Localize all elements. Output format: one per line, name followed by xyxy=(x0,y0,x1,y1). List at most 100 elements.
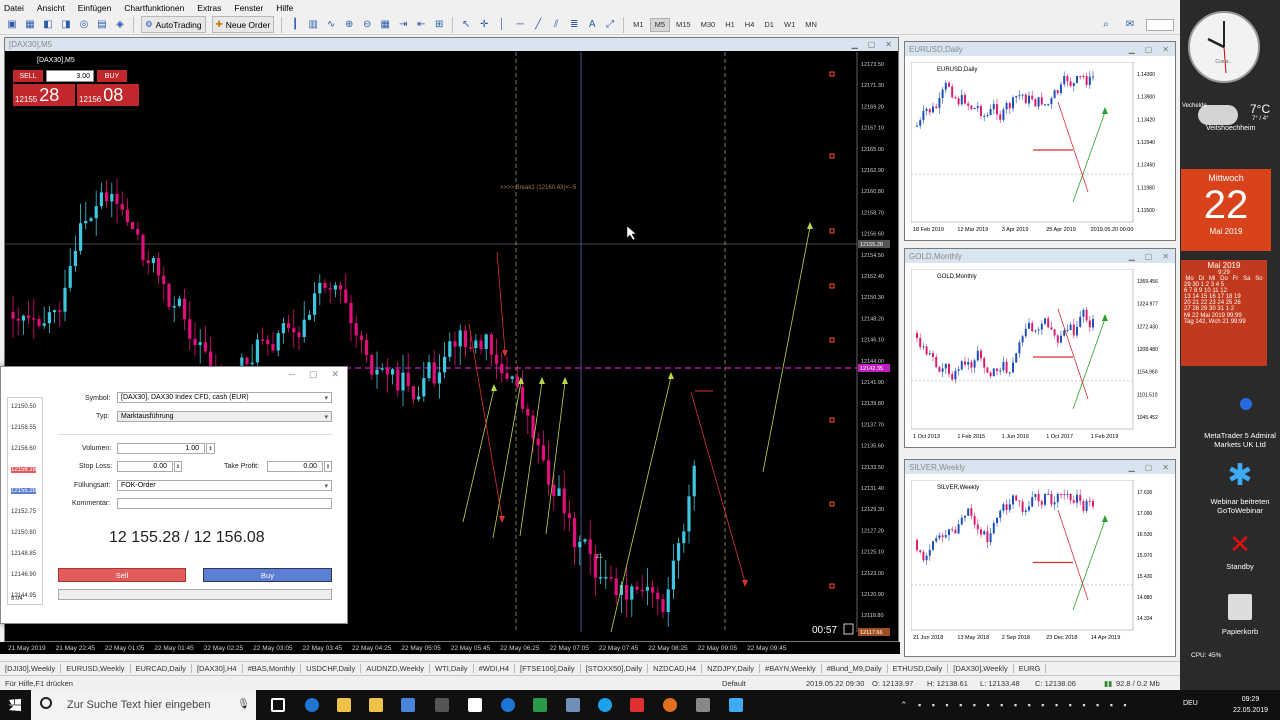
chart-shift-icon[interactable]: ⇤ xyxy=(413,17,429,33)
timeframe-mn[interactable]: MN xyxy=(801,18,821,32)
horizontal-line-icon[interactable]: ─ xyxy=(512,17,528,33)
chart-tab[interactable]: [STOXX50],Daily xyxy=(581,663,649,673)
task-view-icon[interactable] xyxy=(271,698,285,712)
chart-tab[interactable]: [DAX30],H4 xyxy=(192,663,243,673)
minimize-icon[interactable]: ▁ xyxy=(1129,252,1135,261)
zoom-in-icon[interactable]: ⊕ xyxy=(341,17,357,33)
bar-chart-icon[interactable]: ┃ xyxy=(287,17,303,33)
maximize-icon[interactable]: ▢ xyxy=(309,369,318,380)
chart-tab[interactable]: #Bund_M9,Daily xyxy=(822,663,888,673)
indicators-icon[interactable]: ⊞ xyxy=(431,17,447,33)
calculator-icon[interactable] xyxy=(533,698,547,712)
channel-icon[interactable]: ⫽ xyxy=(548,17,564,33)
new-chart-icon[interactable]: ▣ xyxy=(4,17,20,33)
chart-tab[interactable]: AUDNZD,Weekly xyxy=(361,663,431,673)
chart-tab[interactable]: ETHUSD,Daily xyxy=(888,663,949,673)
trendline-icon[interactable]: ╱ xyxy=(530,17,546,33)
cursor-icon[interactable]: ↖ xyxy=(458,17,474,33)
timeframe-m30[interactable]: M30 xyxy=(697,18,720,32)
tester-icon[interactable]: ◈ xyxy=(112,17,128,33)
chart-tab[interactable]: #WDI,H4 xyxy=(474,663,515,673)
search-input[interactable] xyxy=(1146,18,1174,31)
metatrader-icon[interactable] xyxy=(1226,398,1254,426)
menu-ansicht[interactable]: Ansicht xyxy=(37,3,65,13)
email-icon[interactable] xyxy=(566,698,580,712)
volume-input[interactable]: 1.00 xyxy=(117,443,205,454)
minimize-icon[interactable]: ─ xyxy=(289,369,295,379)
close-icon[interactable]: ✕ xyxy=(1162,252,1169,261)
close-icon[interactable]: ✕ xyxy=(885,40,892,49)
chart-tab[interactable]: [DJI30],Weekly xyxy=(0,663,62,673)
vertical-line-icon[interactable]: │ xyxy=(494,17,510,33)
oneclick-buy-price[interactable]: 12156 08 xyxy=(77,84,139,106)
autotrading-button[interactable]: ⚙ AutoTrading xyxy=(141,16,206,33)
metatrader-icon-label[interactable]: MetaTrader 5 Admiral Markets UK Ltd xyxy=(1200,431,1280,449)
timeframe-d1[interactable]: D1 xyxy=(760,18,778,32)
buy-button[interactable]: Buy xyxy=(203,568,332,582)
firefox-icon[interactable] xyxy=(663,698,677,712)
autoscroll-icon[interactable]: ⇥ xyxy=(395,17,411,33)
filling-select[interactable]: FOK-Order ▾ xyxy=(117,480,332,491)
profiles-icon[interactable]: ▦ xyxy=(22,17,38,33)
chrome-icon[interactable] xyxy=(696,698,710,712)
takeprofit-input[interactable]: 0.00 xyxy=(267,461,323,472)
candlestick-icon[interactable]: ▥ xyxy=(305,17,321,33)
chart-tab[interactable]: [FTSE100],Daily xyxy=(515,663,581,673)
line-chart-icon[interactable]: ∿ xyxy=(323,17,339,33)
language-indicator[interactable]: DEU xyxy=(1183,700,1198,707)
oneclick-buy-button[interactable]: BUY xyxy=(97,70,127,82)
edge-icon[interactable] xyxy=(305,698,319,712)
eurusd-chart[interactable]: EURUSD,Daily 1.14300 1.13900 1.13420 1.12940… xyxy=(911,62,1171,238)
oneclick-sell-price[interactable]: 12155 28 xyxy=(13,84,75,106)
recycle-bin-icon-label[interactable]: Papierkorb xyxy=(1200,627,1280,636)
maximize-icon[interactable]: ▢ xyxy=(1145,45,1153,54)
chart-tab[interactable]: EURCAD,Daily xyxy=(131,663,192,673)
type-select[interactable]: Marktausführung ▾ xyxy=(117,411,332,422)
comment-input[interactable] xyxy=(117,498,332,509)
fibonacci-icon[interactable]: ≣ xyxy=(566,17,582,33)
timeframe-h4[interactable]: H4 xyxy=(741,18,759,32)
media-icon[interactable] xyxy=(401,698,415,712)
system-tray-icons[interactable]: ⌃ ▪ ▪ ▪ ▪ ▪ ▪ ▪ ▪ ▪ ▪ ▪ ▪ ▪ ▪ ▪ ▪ xyxy=(900,700,1131,711)
oneclick-volume-input[interactable]: 3.00 xyxy=(46,70,94,82)
mt4-icon[interactable] xyxy=(630,698,644,712)
volume-stepper[interactable]: ⇕ xyxy=(206,443,215,454)
zoom-out-icon[interactable]: ⊖ xyxy=(359,17,375,33)
menu-chartfunktionen[interactable]: Chartfunktionen xyxy=(124,3,184,13)
takeprofit-stepper[interactable]: ⇕ xyxy=(324,461,332,472)
ie-icon[interactable] xyxy=(501,698,515,712)
document-icon[interactable] xyxy=(468,698,482,712)
chart-tab[interactable]: EURG xyxy=(1014,663,1047,673)
standby-icon-label[interactable]: Standby xyxy=(1200,562,1280,571)
maximize-icon[interactable]: ▢ xyxy=(868,40,876,49)
market-watch-icon[interactable]: ◧ xyxy=(40,17,56,33)
sell-button[interactable]: Sell xyxy=(58,568,186,582)
shapes-icon[interactable]: ⤢ xyxy=(602,17,618,33)
stoploss-input[interactable]: 0.00 xyxy=(117,461,173,472)
text-icon[interactable]: A xyxy=(584,17,600,33)
menu-fenster[interactable]: Fenster xyxy=(234,3,263,13)
symbol-select[interactable]: [DAX30], DAX30 Index CFD, cash (EUR) ▾ xyxy=(117,392,332,403)
menu-extras[interactable]: Extras xyxy=(197,3,221,13)
chart-tab[interactable]: USDCHF,Daily xyxy=(301,663,362,673)
close-icon[interactable]: ✕ xyxy=(1162,45,1169,54)
microphone-icon[interactable]: 🎙 xyxy=(237,699,250,710)
stoploss-stepper[interactable]: ⇕ xyxy=(174,461,182,472)
navigator-icon[interactable]: ◎ xyxy=(76,17,92,33)
gotowebinar-icon[interactable]: ✱ xyxy=(1224,460,1256,492)
taskbar-clock[interactable]: 09:29 22.05.2019 xyxy=(1233,694,1268,716)
chart-tab[interactable]: [DAX30],Weekly xyxy=(948,663,1014,673)
chart-tab[interactable]: #BAS,Monthly xyxy=(243,663,302,673)
recycle-bin-icon[interactable] xyxy=(1228,594,1252,620)
timeframe-w1[interactable]: W1 xyxy=(780,18,799,32)
close-icon[interactable]: ✕ xyxy=(1162,463,1169,472)
minimize-icon[interactable]: ▁ xyxy=(1129,463,1135,472)
tile-windows-icon[interactable]: ▦ xyxy=(377,17,393,33)
close-icon[interactable]: ✕ xyxy=(331,369,339,380)
crosshair-icon[interactable]: ✛ xyxy=(476,17,492,33)
new-order-button[interactable]: ✚ Neue Order xyxy=(211,16,275,33)
data-window-icon[interactable]: ◨ xyxy=(58,17,74,33)
windows-start-icon[interactable] xyxy=(9,699,21,711)
menu-hilfe[interactable]: Hilfe xyxy=(276,3,293,13)
silver-chart[interactable]: SILVER,Weekly 17.630 17.090 16.530 15.970 15.… xyxy=(911,480,1171,650)
